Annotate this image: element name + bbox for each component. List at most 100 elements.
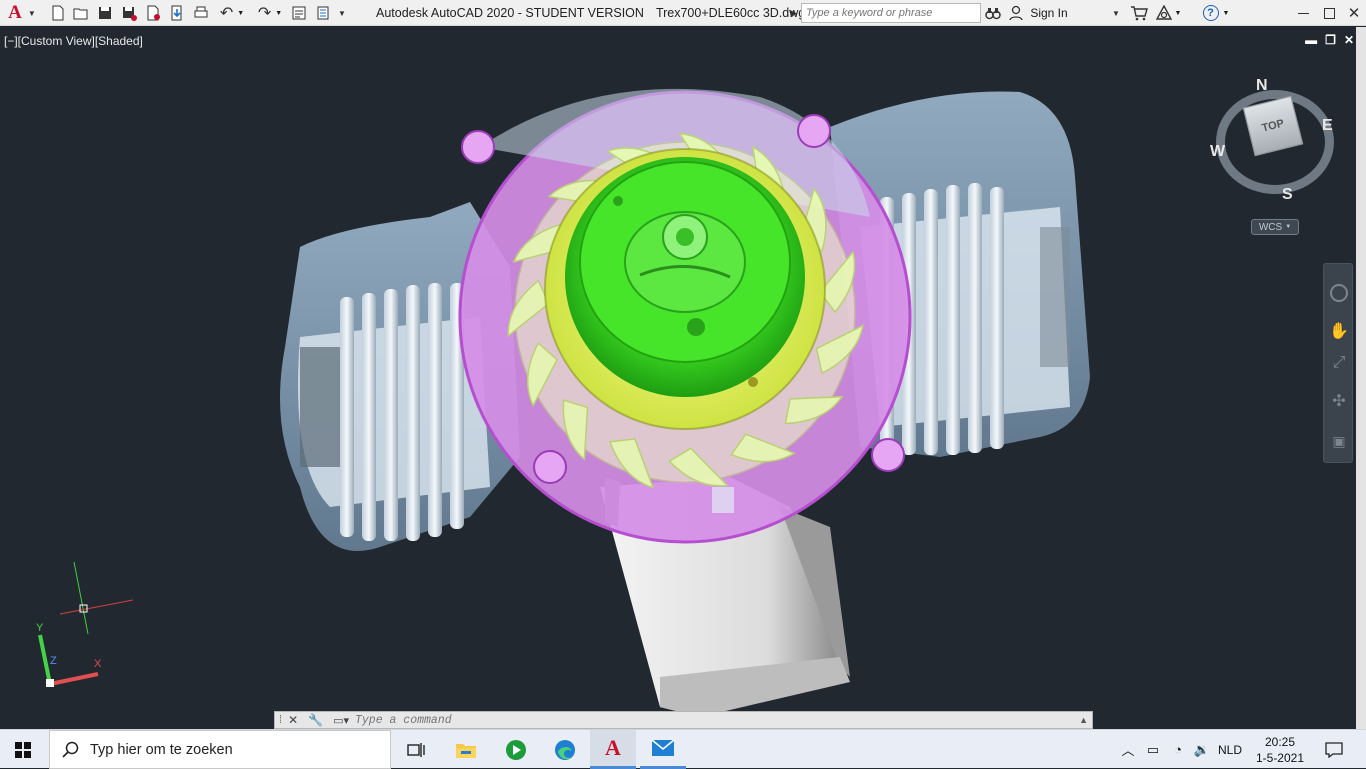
orbit-button[interactable]: ✣ <box>1328 390 1350 412</box>
action-center-button[interactable] <box>1316 730 1352 769</box>
application-menu-button[interactable]: A ▼ <box>0 0 44 26</box>
recent-commands-icon[interactable]: ▭▾ <box>333 714 349 727</box>
pan-hand-icon: ✋ <box>1329 323 1349 340</box>
sign-in-label: Sign In <box>1030 6 1068 20</box>
file-explorer-button[interactable] <box>443 730 489 769</box>
title-bar: A ▼ ↶ ▼ ↷ ▼ ▼ Autodesk AutoCAD 2020 - STUD… <box>0 0 1366 26</box>
help-icon: ? <box>1202 5 1219 21</box>
chevron-up-icon: ︿ <box>1121 743 1135 758</box>
command-history-button[interactable]: ▲ <box>1079 715 1088 725</box>
start-button[interactable] <box>0 730 46 769</box>
redo-icon: ↷ <box>257 5 272 22</box>
language-label: NLD <box>1217 742 1242 757</box>
undo-icon: ↶ <box>219 5 234 22</box>
showmotion-button[interactable]: ▣ <box>1328 430 1350 452</box>
workspace-button[interactable] <box>288 0 310 26</box>
search-icon <box>62 741 79 758</box>
pan-button[interactable]: ✋ <box>1328 320 1350 342</box>
compass-south[interactable]: S <box>1282 186 1293 204</box>
edge-icon <box>555 739 575 760</box>
window-minimize-button[interactable] <box>1290 0 1316 26</box>
zoom-icon: ⤢ <box>1332 354 1346 371</box>
maximize-icon <box>1323 7 1335 19</box>
undo-button[interactable]: ↶ ▼ <box>214 0 250 26</box>
command-line: ⁞ ✕ 🔧 ▭▾ ▲ <box>274 711 1093 729</box>
save-icon <box>99 7 111 19</box>
sign-in-button[interactable]: Sign In <box>1006 0 1070 26</box>
viewcube[interactable]: TOP N S E W <box>1210 77 1340 207</box>
file-explorer-icon <box>456 743 476 758</box>
open-from-web-button[interactable] <box>142 0 164 26</box>
drawing-viewport[interactable]: [−][Custom View][Shaded] ▬ ❐ ✕ Y Z X TOP… <box>0 27 1356 729</box>
plot-icon <box>194 6 208 18</box>
orbit-icon: ✣ <box>1332 393 1346 410</box>
save-button[interactable] <box>94 0 116 26</box>
chevron-down-icon: ▼ <box>338 8 346 18</box>
tray-app-button[interactable]: ▭ <box>1142 730 1164 769</box>
edge-button[interactable] <box>542 730 588 769</box>
save-as-button[interactable] <box>118 0 140 26</box>
network-button[interactable]: ◔ <box>1166 730 1190 769</box>
search-input[interactable] <box>801 3 981 23</box>
vertical-scrollbar[interactable] <box>1356 27 1366 729</box>
grip-icon[interactable]: ⁞ <box>279 714 282 726</box>
open-icon <box>73 8 88 20</box>
new-icon <box>52 5 64 21</box>
a360-icon <box>1155 5 1172 20</box>
taskbar-search[interactable]: Typ hier om te zoeken <box>49 730 391 769</box>
windows-start-icon <box>15 741 31 758</box>
wifi-icon: ◔ <box>1174 742 1182 757</box>
customize-toolbar-button[interactable]: ▼ <box>334 0 350 26</box>
help-button[interactable]: ? ▼ <box>1198 0 1234 26</box>
show-hidden-icons-button[interactable]: ︿ <box>1118 730 1138 769</box>
zoom-button[interactable]: ⤢ <box>1328 352 1350 374</box>
viewcube-top-label: TOP <box>1260 117 1286 135</box>
notification-icon <box>1325 741 1343 758</box>
steering-wheel-button[interactable] <box>1328 282 1350 304</box>
close-command-line-icon[interactable]: ✕ <box>288 713 298 727</box>
chevron-down-icon: ▼ <box>27 8 36 18</box>
customize-icon[interactable]: 🔧 <box>308 713 323 727</box>
workspace-icon <box>292 6 306 20</box>
wcs-menu-button[interactable]: WCS ▼ <box>1251 219 1299 235</box>
binoculars-icon <box>985 8 1001 20</box>
autodesk-app-store-button[interactable] <box>1126 0 1152 26</box>
connector <box>712 487 734 513</box>
ucs-z-label: Z <box>50 655 57 667</box>
plot-button[interactable] <box>190 0 212 26</box>
language-button[interactable]: NLD <box>1214 730 1246 769</box>
ucs-x-label: X <box>94 658 102 670</box>
showmotion-icon: ▣ <box>1332 432 1346 449</box>
command-input[interactable] <box>355 713 1045 727</box>
a360-button[interactable]: ▼ <box>1152 0 1184 26</box>
window-close-button[interactable]: ✕ <box>1342 0 1366 26</box>
navigation-bar: ✋ ⤢ ✣ ▣ <box>1323 263 1353 463</box>
mail-button[interactable] <box>640 730 686 769</box>
save-to-web-button[interactable] <box>166 0 188 26</box>
search-button[interactable] <box>982 0 1004 26</box>
redo-button[interactable]: ↷ ▼ <box>252 0 288 26</box>
task-view-icon <box>407 742 425 757</box>
open-button[interactable] <box>70 0 92 26</box>
media-player-button[interactable] <box>493 730 539 769</box>
layer-button[interactable] <box>312 0 334 26</box>
clock-date: 1-5-2021 <box>1255 750 1305 765</box>
open-web-icon <box>147 5 160 21</box>
clock-button[interactable]: 20:25 1-5-2021 <box>1252 730 1308 769</box>
ucs-y-label: Y <box>36 622 44 634</box>
autocad-logo-icon: A <box>8 2 22 23</box>
compass-east[interactable]: E <box>1322 117 1333 135</box>
crosshair-cursor <box>59 561 134 635</box>
volume-button[interactable]: 🔉 <box>1190 730 1214 769</box>
compass-west[interactable]: W <box>1210 143 1225 161</box>
windows-taskbar: Typ hier om te zoeken A ︿ ▭ ◔ 🔉 NLD 20:2… <box>0 729 1366 769</box>
model-render[interactable] <box>0 27 1356 729</box>
search-expand[interactable]: ▶ <box>788 0 800 26</box>
autocad-taskbar-button[interactable]: A <box>590 730 636 769</box>
compass-north[interactable]: N <box>1256 77 1268 95</box>
new-button[interactable] <box>47 0 69 26</box>
sign-in-menu-button[interactable]: ▼ <box>1108 0 1124 26</box>
window-maximize-button[interactable] <box>1316 0 1342 26</box>
steering-wheel-icon <box>1330 284 1348 302</box>
task-view-button[interactable] <box>393 730 439 769</box>
